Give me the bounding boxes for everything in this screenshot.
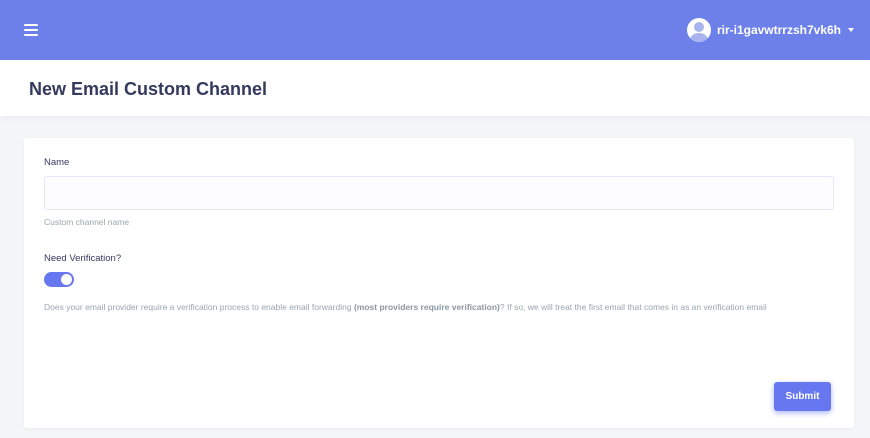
verification-label: Need Verification? [44,253,122,264]
submit-button[interactable]: Submit [774,382,831,411]
top-navbar: rir-i1gavwtrrzsh7vk6h [0,0,870,60]
user-menu[interactable]: rir-i1gavwtrrzsh7vk6h [686,18,854,42]
user-avatar-icon [686,18,711,42]
username: rir-i1gavwtrrzsh7vk6h [716,23,841,37]
form-card: Name Custom channel name Need Verificati… [24,138,854,428]
page-title: New Email Custom Channel [29,79,268,99]
verification-hint-bold: (most providers require verification) [353,302,500,312]
name-label: Name [44,157,70,168]
hamburger-icon[interactable] [24,24,38,36]
page-header: New Email Custom Channel [0,60,870,116]
verification-hint-start: Does your email provider require a verif… [44,302,354,312]
caret-down-icon [848,28,854,32]
name-input[interactable] [44,176,834,210]
verification-hint-end: ? If so, we will treat the first email t… [499,302,767,312]
toggle-knob [61,274,72,285]
verification-toggle[interactable] [44,272,74,287]
name-hint: Custom channel name [44,217,130,227]
verification-hint: Does your email provider require a verif… [44,298,844,316]
